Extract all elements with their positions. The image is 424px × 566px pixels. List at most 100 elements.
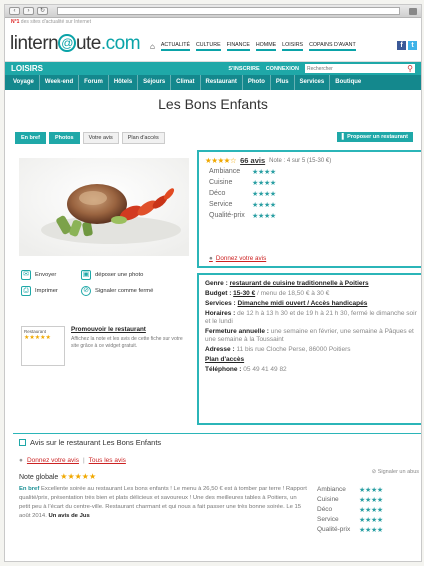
info-address: Adresse : 11 bis rue Cloche Perse, 86000… (205, 346, 351, 353)
subnav-item-services[interactable]: Services (295, 75, 331, 90)
rating-box: ★★★★☆ 66 avis Note : 4 sur 5 (15-30 €) A… (197, 150, 421, 268)
subnav-item-hotels[interactable]: Hôtels (109, 75, 139, 90)
subnav-item-photo[interactable]: Photo (243, 75, 271, 90)
criterion-service: Service ★★★★ (317, 516, 383, 524)
info-phone: Téléphone : 05 49 41 49 82 (205, 366, 287, 373)
window-button[interactable] (409, 7, 417, 15)
give-opinion-link[interactable]: Donnez votre avis (27, 457, 79, 464)
subnav-item-restaurant[interactable]: Restaurant (201, 75, 243, 90)
address-bar[interactable] (57, 7, 400, 15)
subnav-item-boutique[interactable]: Boutique (330, 75, 366, 90)
subnav-item-weekend[interactable]: Week-end (40, 75, 80, 90)
subnav-item-climat[interactable]: Climat (171, 75, 201, 90)
info-genre: Genre : restaurant de cuisine traditionn… (205, 280, 369, 287)
tab-votre-avis[interactable]: Votre avis (82, 132, 119, 144)
twitter-icon[interactable]: t (408, 41, 417, 50)
info-closing: Fermeture annuelle : une semaine en févr… (205, 328, 414, 343)
search-box: ⚲ (305, 64, 415, 73)
topnav-item-actualite[interactable]: ACTUALITÉ (160, 42, 190, 51)
criterion-cuisine: Cuisine ★★★★ (209, 179, 276, 187)
signup-link[interactable]: S'INSCRIRE (228, 66, 259, 72)
review-text: En bref Excellente soirée au restaurant … (19, 486, 307, 519)
restaurant-tabs: En bref Photos Votre avis Plan d'accès (15, 132, 165, 144)
give-opinion-link[interactable]: ● Donnez votre avis (209, 255, 266, 262)
section-bar: LOISIRS S'INSCRIRE CONNEXION ⚲ (5, 62, 421, 75)
section-navigation: Voyage Week-end Forum Hôtels Séjours Cli… (5, 75, 421, 90)
tab-en-bref[interactable]: En bref (15, 132, 46, 144)
reviews-heading: Avis sur le restaurant Les Bons Enfants (19, 438, 419, 447)
all-reviews-link[interactable]: Tous les avis (89, 457, 126, 464)
topnav-item-homme[interactable]: HOMME (255, 42, 277, 51)
report-closed-button[interactable]: ⊘ Signaler comme fermé (81, 286, 191, 296)
square-icon (19, 439, 26, 446)
subnav-item-sejours[interactable]: Séjours (138, 75, 172, 90)
info-services: Services : Dimanche midi ouvert / Accès … (205, 300, 368, 307)
browser-page: ‹ › ↻ N°1 des sites d'actualité sur Inte… (4, 4, 422, 562)
site-logo[interactable]: lintern @ ute.com (10, 33, 141, 55)
forward-icon[interactable]: › (23, 7, 34, 15)
subnav-item-plus[interactable]: Plus (271, 75, 295, 90)
restaurant-photo[interactable] (19, 158, 189, 256)
topnav-item-loisirs[interactable]: LOISIRS (282, 42, 304, 51)
login-link[interactable]: CONNEXION (266, 66, 299, 72)
tab-photos[interactable]: Photos (48, 132, 80, 144)
tab-plan-acces[interactable]: Plan d'accès (121, 132, 165, 144)
site-header: N°1 des sites d'actualité sur Internet l… (5, 18, 421, 62)
camera-icon: ▣ (81, 270, 91, 280)
reviews-links: ● Donnez votre avis | Tous les avis (19, 457, 126, 464)
mail-icon: ✉ (21, 270, 31, 280)
budget-link[interactable]: 15-30 € (233, 290, 255, 297)
info-hours: Horaires : de 12 h à 13 h 30 et de 19 h … (205, 310, 417, 325)
section-title: LOISIRS (11, 64, 44, 73)
home-icon[interactable]: ⌂ (150, 42, 155, 51)
promote-link[interactable]: Promouvoir le restaurant (71, 326, 146, 333)
info-budget: Budget : 15-30 € / menu de 18,50 € à 30 … (205, 290, 330, 297)
criterion-service: Service ★★★★ (209, 201, 276, 209)
topnav-item-copains[interactable]: COPAINS D'AVANT (309, 42, 356, 51)
promote-widget: Restaurant ★★★★★ Promouvoir le restauran… (21, 323, 193, 371)
criterion-ambiance: Ambiance ★★★★ (317, 486, 383, 494)
page-title: Les Bons Enfants (158, 96, 268, 112)
criterion-deco: Déco ★★★★ (317, 506, 383, 514)
review-count-link[interactable]: 66 avis (240, 156, 265, 165)
back-icon[interactable]: ‹ (9, 7, 20, 15)
review-criteria: Ambiance ★★★★ Cuisine ★★★★ Déco ★★★★ Servic… (317, 484, 417, 534)
printer-icon: ⎙ (21, 286, 31, 296)
criterion-cuisine: Cuisine ★★★★ (317, 496, 383, 504)
restaurant-info: Genre : restaurant de cuisine traditionn… (197, 273, 421, 425)
topnav-item-culture[interactable]: CULTURE (195, 42, 221, 51)
genre-link[interactable]: restaurant de cuisine traditionnelle à P… (230, 280, 369, 287)
promote-description: Affichez la note et les avis de cette fi… (71, 336, 183, 349)
reload-icon[interactable]: ↻ (37, 7, 48, 15)
criterion-deco: Déco ★★★★ (209, 190, 276, 198)
subnav-item-forum[interactable]: Forum (79, 75, 109, 90)
widget-preview: Restaurant ★★★★★ (21, 326, 65, 366)
top-navigation: ⌂ ACTUALITÉ CULTURE FINANCE HOMME LOISIR… (150, 42, 356, 51)
search-icon[interactable]: ⚲ (407, 64, 413, 73)
social-links: f t (397, 41, 417, 50)
rating-stars: ★★★★☆ (205, 156, 237, 165)
post-photo-button[interactable]: ▣ déposer une photo (81, 270, 191, 280)
criterion-qualite-prix: Qualité-prix ★★★★ (317, 526, 383, 534)
speech-icon: ● (209, 255, 213, 262)
facebook-icon[interactable]: f (397, 41, 406, 50)
send-button[interactable]: ✉ Envoyer (21, 270, 81, 280)
propose-restaurant-button[interactable]: ▌ Proposer un restaurant (336, 132, 413, 142)
ban-icon: ⊘ (81, 286, 91, 296)
browser-toolbar: ‹ › ↻ (5, 5, 421, 18)
report-abuse-link[interactable]: ⊘ Signaler un abus (372, 469, 419, 475)
subnav-item-voyage[interactable]: Voyage (8, 75, 40, 90)
review-author: Un avis de Jus (48, 513, 90, 519)
reviews-section: Avis sur le restaurant Les Bons Enfants … (19, 438, 419, 534)
map-link[interactable]: Plan d'accès (205, 356, 244, 363)
rating-note: Note : 4 sur 5 (15-30 €) (269, 157, 332, 164)
info-map: Plan d'accès (205, 356, 417, 364)
topnav-item-finance[interactable]: FINANCE (226, 42, 250, 51)
print-button[interactable]: ⎙ Imprimer (21, 286, 81, 296)
services-link[interactable]: Dimanche midi ouvert / Accès handicapés (238, 300, 368, 307)
search-input[interactable] (307, 65, 403, 72)
global-rating: Note globale ★★★★★ (19, 472, 97, 481)
site-tagline: N°1 des sites d'actualité sur Internet (11, 19, 91, 25)
section-divider (13, 433, 421, 434)
action-links: ✉ Envoyer ▣ déposer une photo ⎙ Imprimer ⊘ S… (21, 267, 193, 299)
